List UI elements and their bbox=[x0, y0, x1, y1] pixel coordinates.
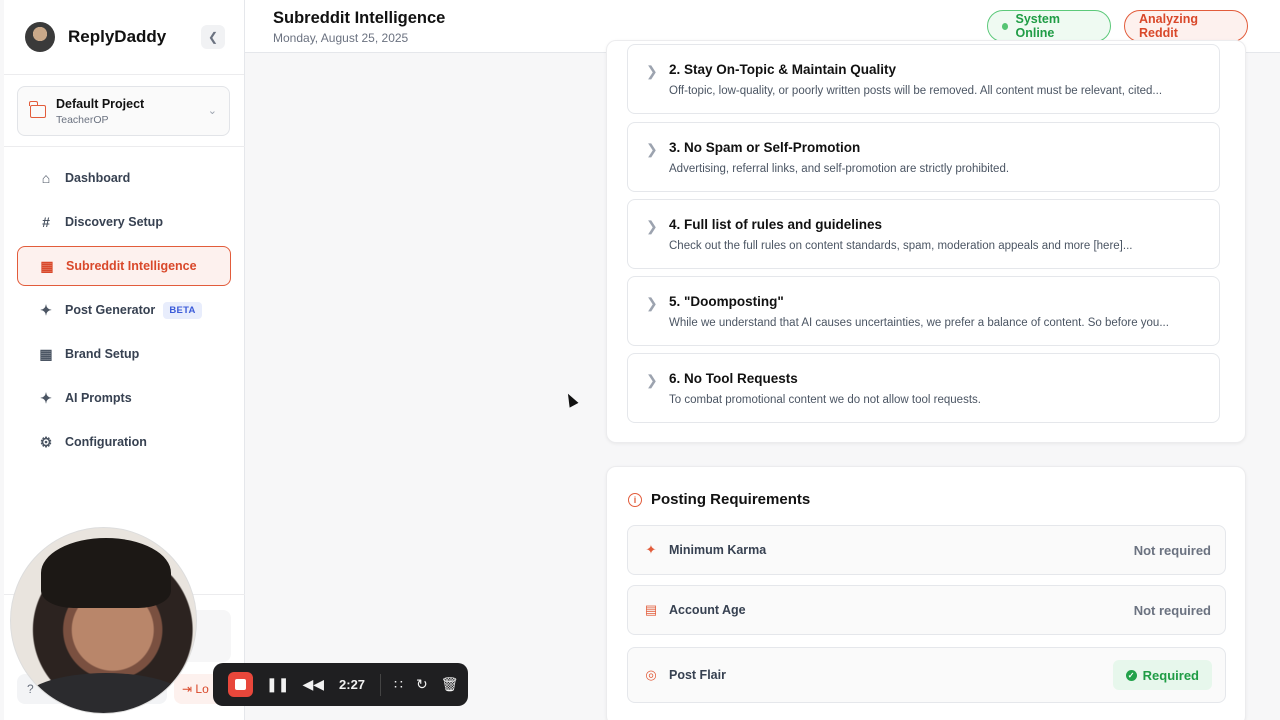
sidebar-item-configuration[interactable]: ⚙ Configuration bbox=[17, 422, 231, 462]
sidebar-item-ai-prompts[interactable]: ✦ AI Prompts bbox=[17, 378, 231, 418]
divider bbox=[380, 673, 382, 696]
rules-card: ❯ 2. Stay On-Topic & Maintain Quality Of… bbox=[606, 40, 1246, 443]
restart-button[interactable]: ↻ bbox=[416, 676, 428, 693]
rule-title: 2. Stay On-Topic & Maintain Quality bbox=[669, 62, 897, 77]
info-icon: i bbox=[628, 492, 642, 507]
mouse-cursor bbox=[563, 391, 579, 408]
requirement-row-account-age: ▤ Account Age Not required bbox=[627, 585, 1226, 635]
project-selector[interactable]: Default Project TeacherOP ⌄ bbox=[17, 86, 230, 136]
sidebar-item-label: Dashboard bbox=[65, 171, 131, 185]
delete-button[interactable]: 🗑 bbox=[441, 676, 459, 693]
sidebar-item-post-generator[interactable]: ✦ Post Generator BETA bbox=[17, 290, 231, 330]
posting-requirements-title: Posting Requirements bbox=[651, 491, 811, 508]
sidebar-item-label: Brand Setup bbox=[65, 347, 140, 361]
pause-button[interactable]: ❚❚ bbox=[266, 676, 289, 693]
posting-requirements-card: i Posting Requirements ✦ Minimum Karma N… bbox=[606, 466, 1246, 720]
rule-description: Advertising, referral links, and self-pr… bbox=[669, 163, 1010, 175]
sidebar-item-subreddit-intelligence[interactable]: ▦ Subreddit Intelligence bbox=[17, 246, 231, 286]
requirement-value: Not required bbox=[1133, 602, 1211, 618]
brand-name: ReplyDaddy bbox=[68, 27, 167, 46]
requirement-value: Required bbox=[1142, 667, 1199, 683]
calendar-icon: ▤ bbox=[644, 602, 658, 617]
rule-title: 3. No Spam or Self-Promotion bbox=[669, 140, 861, 155]
brand-logo bbox=[25, 22, 55, 52]
beta-badge: BETA bbox=[163, 301, 202, 319]
system-online-label: System Online bbox=[1015, 12, 1060, 40]
requirement-row-post-flair: ◎ Post Flair ✓ Required bbox=[627, 647, 1226, 703]
divider bbox=[4, 146, 245, 147]
rule-description: While we understand that AI causes uncer… bbox=[669, 317, 1169, 329]
bar-chart-icon: ▦ bbox=[40, 257, 54, 274]
rule-item[interactable]: ❯ 4. Full list of rules and guidelines C… bbox=[627, 199, 1220, 269]
rewind-button[interactable]: ◀◀ bbox=[302, 676, 324, 693]
rule-item[interactable]: ❯ 2. Stay On-Topic & Maintain Quality Of… bbox=[627, 44, 1220, 114]
chevron-right-icon: ❯ bbox=[646, 295, 658, 311]
project-name: Default Project bbox=[56, 96, 145, 111]
sidebar-item-label: AI Prompts bbox=[65, 391, 132, 405]
rule-item[interactable]: ❯ 5. "Doomposting" While we understand t… bbox=[627, 276, 1220, 346]
rule-description: Check out the full rules on content stan… bbox=[669, 240, 1133, 252]
sidebar-item-label: Subreddit Intelligence bbox=[66, 259, 197, 273]
requirement-value: Not required bbox=[1133, 542, 1211, 558]
rule-item[interactable]: ❯ 6. No Tool Requests To combat promotio… bbox=[627, 353, 1220, 423]
webcam-overlay bbox=[10, 527, 197, 714]
rule-title: 5. "Doomposting" bbox=[669, 294, 784, 309]
system-online-badge[interactable]: System Online bbox=[987, 10, 1111, 42]
webcam-person bbox=[41, 538, 171, 608]
hash-icon: # bbox=[42, 214, 50, 230]
stop-icon bbox=[235, 679, 246, 690]
folder-icon bbox=[29, 100, 46, 118]
logout-label: Lo bbox=[195, 682, 209, 696]
sidebar-item-brand-setup[interactable]: ▦ Brand Setup bbox=[17, 334, 231, 374]
chevron-right-icon: ❯ bbox=[646, 141, 658, 157]
analyzing-reddit-button[interactable]: Analyzing Reddit bbox=[1124, 10, 1248, 42]
sparkles-icon: ✦ bbox=[645, 542, 657, 557]
home-icon: ⌂ bbox=[41, 170, 51, 186]
sidebar-nav: ⌂ Dashboard # Discovery Setup ▦ Subreddi… bbox=[17, 158, 231, 466]
sidebar-item-label: Configuration bbox=[65, 435, 147, 449]
required-badge: ✓ Required bbox=[1112, 660, 1212, 690]
project-subtitle: TeacherOP bbox=[56, 113, 109, 126]
building-icon: ▦ bbox=[39, 345, 53, 362]
posting-requirements-header: i Posting Requirements bbox=[628, 491, 810, 508]
requirement-label: Minimum Karma bbox=[669, 543, 767, 557]
chevron-right-icon: ❯ bbox=[646, 218, 658, 234]
rule-description: To combat promotional content we do not … bbox=[669, 394, 981, 406]
chevron-right-icon: ❯ bbox=[646, 372, 658, 388]
page-date: Monday, August 25, 2025 bbox=[273, 31, 409, 45]
analyzing-label: Analyzing Reddit bbox=[1139, 12, 1199, 40]
sidebar-item-dashboard[interactable]: ⌂ Dashboard bbox=[17, 158, 231, 198]
stop-recording-button[interactable] bbox=[228, 672, 253, 697]
chevron-right-icon: ❯ bbox=[646, 63, 658, 79]
chevron-down-icon: ⌄ bbox=[207, 105, 217, 117]
status-dot-icon bbox=[1002, 22, 1009, 30]
webcam-person-body bbox=[21, 673, 191, 713]
requirement-label: Post Flair bbox=[669, 668, 726, 682]
sidebar-item-label: Post Generator bbox=[65, 303, 156, 317]
page-title: Subreddit Intelligence bbox=[273, 9, 446, 27]
sparkles-icon: ✦ bbox=[40, 389, 52, 406]
recording-timer: 2:27 bbox=[339, 677, 366, 692]
requirement-row-minimum-karma: ✦ Minimum Karma Not required bbox=[627, 525, 1226, 575]
chevron-left-icon: ❮ bbox=[207, 30, 219, 44]
sidebar-item-label: Discovery Setup bbox=[65, 215, 163, 229]
rule-item[interactable]: ❯ 3. No Spam or Self-Promotion Advertisi… bbox=[627, 122, 1220, 192]
recording-toolbar: ❚❚ ◀◀ 2:27 ∷ ↻ 🗑 bbox=[213, 663, 468, 706]
rule-title: 4. Full list of rules and guidelines bbox=[669, 217, 883, 232]
requirement-label: Account Age bbox=[669, 603, 746, 617]
grid-icon[interactable]: ∷ bbox=[394, 676, 403, 693]
collapse-sidebar-button[interactable]: ❮ bbox=[201, 25, 225, 49]
globe-icon: ◎ bbox=[645, 667, 657, 682]
check-circle-icon: ✓ bbox=[1125, 669, 1137, 681]
sidebar-item-discovery-setup[interactable]: # Discovery Setup bbox=[17, 202, 231, 242]
rule-title: 6. No Tool Requests bbox=[669, 371, 798, 386]
sparkles-icon: ✦ bbox=[40, 301, 52, 318]
rule-description: Off-topic, low-quality, or poorly writte… bbox=[669, 85, 1163, 97]
gear-icon: ⚙ bbox=[39, 433, 53, 450]
